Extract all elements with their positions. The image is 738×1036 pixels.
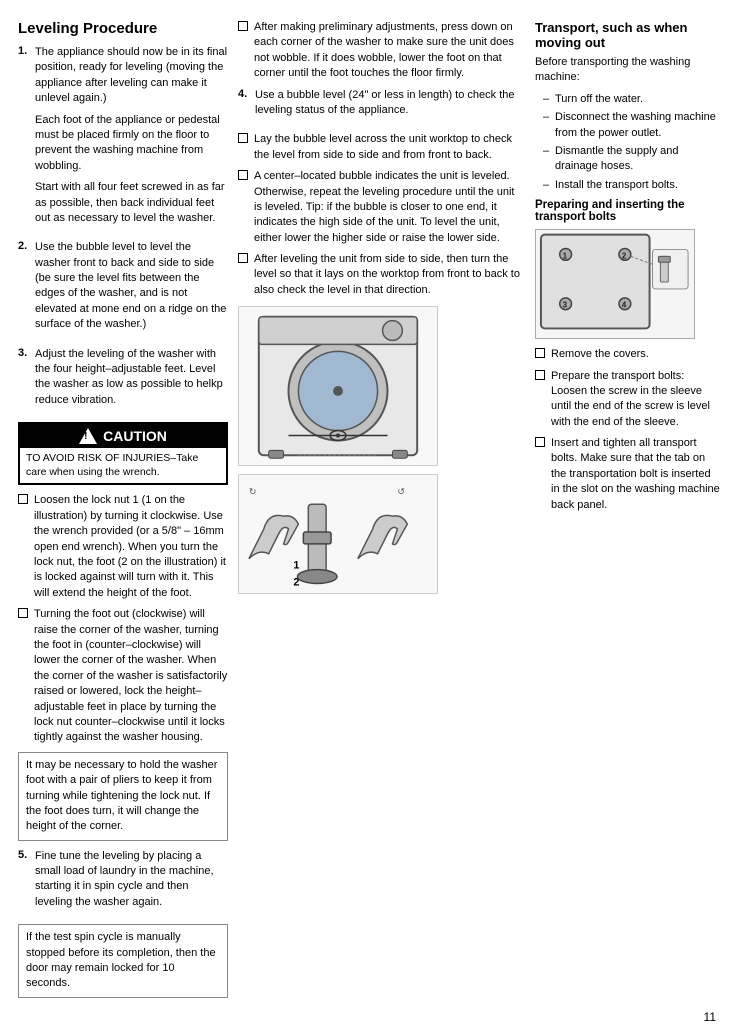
- leveling-checkbox-2-text: Turning the foot out (clockwise) will ra…: [34, 607, 228, 746]
- item-1-para-0: The appliance should now be in its final…: [35, 45, 228, 107]
- svg-text:4: 4: [622, 301, 627, 310]
- transport-dash-list: Turn off the water. Disconnect the washi…: [535, 92, 720, 193]
- transport-title: Transport, such as when moving out: [535, 20, 720, 50]
- transport-intro: Before transporting the washing machine:: [535, 55, 720, 86]
- svg-text:1: 1: [293, 560, 299, 572]
- step5-note-text: If the test spin cycle is manually stopp…: [26, 931, 216, 989]
- item-5-text: Fine tune the leveling by placing a smal…: [35, 849, 228, 911]
- checkbox-icon-m1: [238, 21, 248, 31]
- caution-box: CAUTION TO AVOID RISK OF INJURIES–Take c…: [18, 422, 228, 485]
- dash-item-0: Turn off the water.: [543, 92, 720, 107]
- leveling-checkbox-1-text: Loosen the lock nut 1 (1 on the illustra…: [34, 493, 228, 601]
- checkbox-icon-s4-1: [238, 133, 248, 143]
- item-2-num: 2.: [18, 240, 30, 338]
- middle-column: After making preliminary adjustments, pr…: [238, 20, 525, 1006]
- item-2-para-0: Use the bubble level to level the washer…: [35, 240, 228, 332]
- step-4: 4. Use a bubble level (24" or less in le…: [238, 88, 525, 125]
- step4-checkbox-3-text: After leveling the unit from side to sid…: [254, 252, 525, 298]
- dash-item-3: Install the transport bolts.: [543, 178, 720, 193]
- item-2-content: Use the bubble level to level the washer…: [35, 240, 228, 338]
- note-box: It may be necessary to hold the washer f…: [18, 752, 228, 841]
- transport-checkbox-2: Prepare the transport bolts: Loosen the …: [535, 369, 720, 431]
- checkbox-icon-t3: [535, 437, 545, 447]
- right-column: Transport, such as when moving out Befor…: [535, 20, 720, 1006]
- svg-text:2: 2: [622, 251, 627, 260]
- caution-subtext: TO AVOID RISK OF INJURIES–Take care when…: [20, 448, 226, 483]
- leveling-item-5: 5. Fine tune the leveling by placing a s…: [18, 849, 228, 917]
- item-1-content: The appliance should now be in its final…: [35, 45, 228, 232]
- foot-wrench-diagram: 1 2 ↻ ↺: [238, 474, 438, 594]
- step4-checkbox-2-text: A center–located bubble indicates the un…: [254, 169, 525, 246]
- dash-item-1: Disconnect the washing machine from the …: [543, 110, 720, 141]
- left-column: Leveling Procedure 1. The appliance shou…: [18, 20, 228, 1006]
- leveling-item-3: 3. Adjust the leveling of the washer wit…: [18, 347, 228, 415]
- dash-item-2: Dismantle the supply and drainage hoses.: [543, 144, 720, 175]
- checkbox-icon-s4-3: [238, 253, 248, 263]
- step4-checkbox-3: After leveling the unit from side to sid…: [238, 252, 525, 298]
- svg-text:↻: ↻: [249, 487, 256, 497]
- washer-svg: [239, 306, 437, 466]
- foot-svg: 1 2 ↻ ↺: [239, 474, 437, 594]
- leveling-title: Leveling Procedure: [18, 20, 228, 37]
- item-1-num: 1.: [18, 45, 30, 232]
- transport-checkbox-3: Insert and tighten all transport bolts. …: [535, 436, 720, 513]
- step4-checkbox-1-text: Lay the bubble level across the unit wor…: [254, 132, 525, 163]
- step5-note-box: If the test spin cycle is manually stopp…: [18, 924, 228, 998]
- step-4-num: 4.: [238, 88, 250, 125]
- item-5-num: 5.: [18, 849, 30, 917]
- checkbox-icon-t1: [535, 348, 545, 358]
- checkbox-icon-1: [18, 494, 28, 504]
- caution-header: CAUTION: [20, 424, 226, 448]
- transport-checkbox-1: Remove the covers.: [535, 347, 720, 362]
- item-1-para-1: Each foot of the appliance or pedestal m…: [35, 113, 228, 175]
- item-3-content: Adjust the leveling of the washer with t…: [35, 347, 228, 415]
- transport-svg: 1 2 3 4: [536, 229, 694, 339]
- transport-bolts-diagram: 1 2 3 4: [535, 229, 695, 339]
- bolts-title: Preparing and inserting the transport bo…: [535, 199, 720, 223]
- svg-text:1: 1: [563, 251, 568, 260]
- middle-checkbox-1: After making preliminary adjustments, pr…: [238, 20, 525, 82]
- leveling-checkbox-2: Turning the foot out (clockwise) will ra…: [18, 607, 228, 746]
- leveling-checkbox-1: Loosen the lock nut 1 (1 on the illustra…: [18, 493, 228, 601]
- step4-checkbox-2: A center–located bubble indicates the un…: [238, 169, 525, 246]
- checkbox-icon-s4-2: [238, 170, 248, 180]
- item-3-para-0: Adjust the leveling of the washer with t…: [35, 347, 228, 409]
- leveling-item-2: 2. Use the bubble level to level the was…: [18, 240, 228, 338]
- note-text: It may be necessary to hold the washer f…: [26, 759, 217, 833]
- middle-checkbox-1-text: After making preliminary adjustments, pr…: [254, 20, 525, 82]
- caution-triangle-icon: [79, 428, 97, 444]
- svg-text:↺: ↺: [397, 487, 404, 497]
- transport-checkbox-3-text: Insert and tighten all transport bolts. …: [551, 436, 720, 513]
- step4-checkbox-1: Lay the bubble level across the unit wor…: [238, 132, 525, 163]
- svg-text:3: 3: [563, 301, 568, 310]
- item-3-num: 3.: [18, 347, 30, 415]
- caution-label: CAUTION: [103, 428, 167, 444]
- checkbox-icon-2: [18, 608, 28, 618]
- transport-checkbox-1-text: Remove the covers.: [551, 347, 649, 362]
- checkbox-icon-t2: [535, 370, 545, 380]
- leveling-item-1: 1. The appliance should now be in its fi…: [18, 45, 228, 232]
- step-4-text: Use a bubble level (24" or less in lengt…: [255, 88, 525, 119]
- washer-front-diagram: [238, 306, 438, 466]
- item-1-para-2: Start with all four feet screwed in as f…: [35, 180, 228, 226]
- page-number: 11: [704, 1010, 716, 1024]
- transport-checkbox-2-text: Prepare the transport bolts: Loosen the …: [551, 369, 720, 431]
